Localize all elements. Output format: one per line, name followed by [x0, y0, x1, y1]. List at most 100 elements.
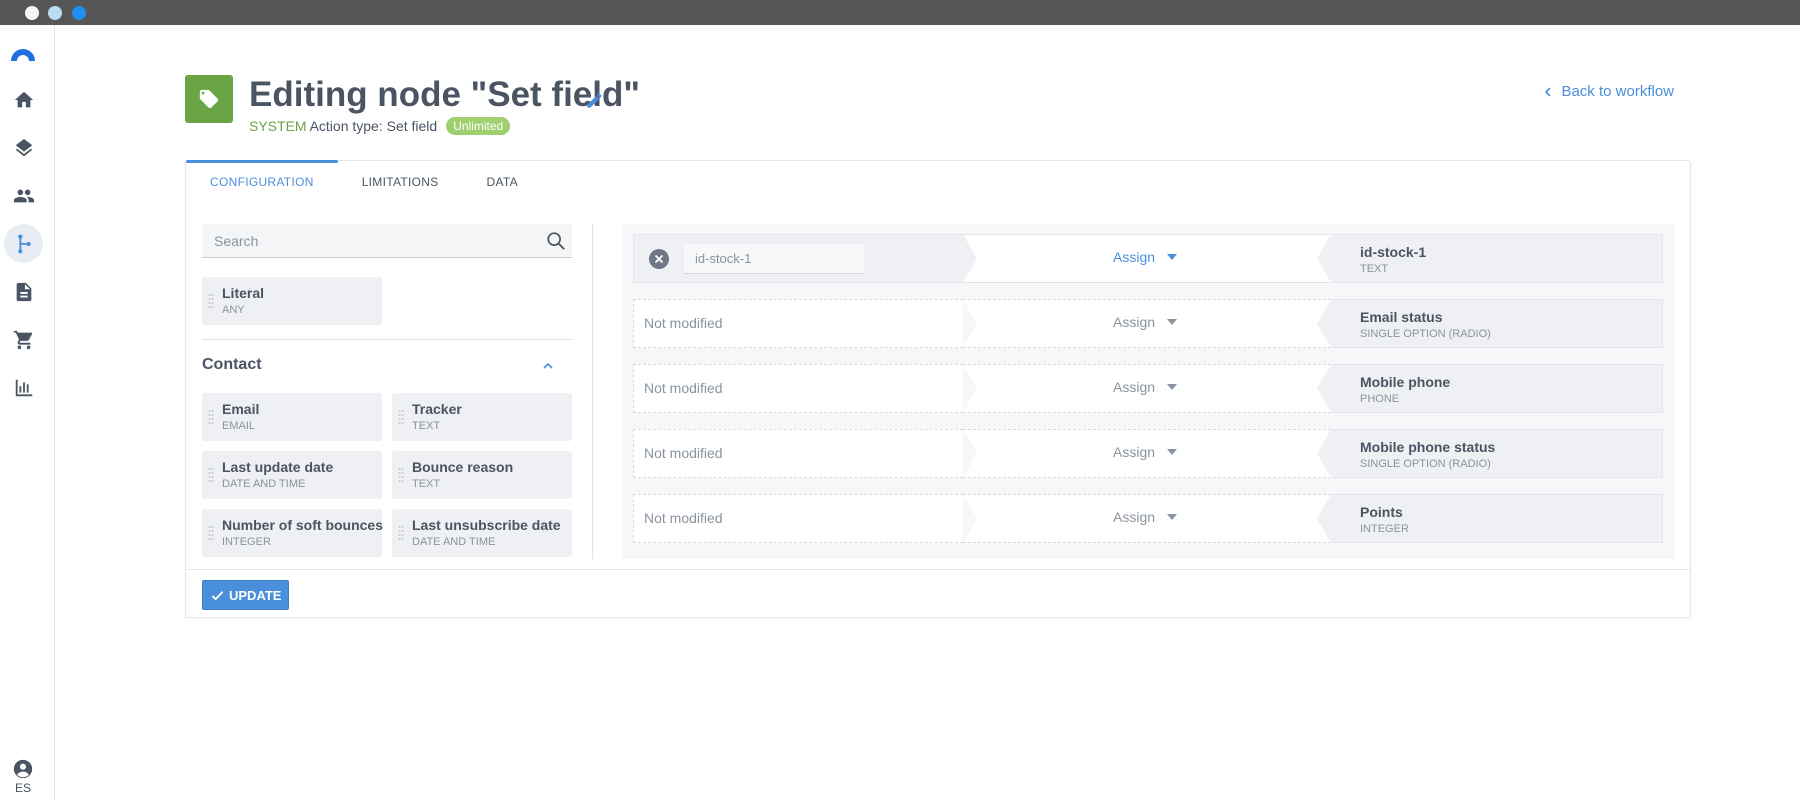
mapping-row: Not modified Assign Email status SINGLE … — [633, 299, 1663, 348]
user-menu[interactable]: ES — [10, 758, 36, 795]
field-chip[interactable]: Last update date DATE AND TIME — [202, 451, 382, 499]
source-placeholder: Not modified — [644, 510, 723, 526]
field-chip[interactable]: Last unsubscribe date DATE AND TIME — [392, 509, 572, 557]
operation-label: Assign — [1113, 444, 1156, 460]
window-minimize-button[interactable] — [48, 6, 62, 20]
search-icon[interactable] — [545, 230, 567, 252]
sidebar-item-layers[interactable] — [4, 128, 43, 167]
sidebar-item-home[interactable] — [4, 80, 43, 119]
mapping-target: id-stock-1 TEXT — [1333, 234, 1663, 283]
target-field-name: id-stock-1 — [1360, 244, 1427, 260]
tab-bar: CONFIGURATION LIMITATIONS DATA — [186, 160, 542, 207]
mapping-source-drop[interactable] — [633, 234, 963, 283]
workflow-icon — [17, 234, 31, 253]
mapping-target: Email status SINGLE OPTION (RADIO) — [1333, 299, 1663, 348]
layers-icon — [15, 138, 32, 156]
caret-down-icon — [1167, 384, 1178, 390]
target-field-type: SINGLE OPTION (RADIO) — [1360, 458, 1491, 470]
chip-type: TEXT — [412, 478, 441, 490]
chip-type: INTEGER — [222, 536, 271, 548]
caret-down-icon — [1167, 254, 1178, 260]
target-field-type: TEXT — [1360, 263, 1389, 275]
field-chip[interactable]: Email EMAIL — [202, 393, 382, 441]
field-chip[interactable]: Tracker TEXT — [392, 393, 572, 441]
tab-data[interactable]: DATA — [463, 161, 542, 207]
check-icon — [211, 590, 224, 601]
sidebar: ES — [0, 25, 55, 800]
node-subtitle: SYSTEM Action type: Set field Unlimited — [249, 117, 511, 135]
operation-label: Assign — [1113, 509, 1156, 525]
target-field-name: Mobile phone status — [1360, 439, 1496, 455]
edit-title-icon[interactable] — [585, 91, 604, 110]
back-to-workflow-link[interactable]: Back to workflow — [1543, 83, 1674, 100]
chip-name: Number of soft bounces — [222, 517, 384, 533]
tab-configuration[interactable]: CONFIGURATION — [186, 160, 338, 207]
palette-divider — [202, 339, 572, 340]
field-chip-literal[interactable]: Literal ANY — [202, 277, 382, 325]
target-field-type: INTEGER — [1360, 523, 1409, 535]
operation-dropdown[interactable]: Assign — [1113, 249, 1178, 265]
window-titlebar — [0, 0, 1800, 25]
operation-dropdown[interactable]: Assign — [1113, 379, 1178, 395]
drag-handle-icon — [398, 526, 404, 540]
mapping-source-drop[interactable]: Not modified — [633, 299, 963, 348]
chip-type: DATE AND TIME — [412, 536, 496, 548]
sidebar-item-documents[interactable] — [4, 272, 43, 311]
operation-dropdown[interactable]: Assign — [1113, 444, 1178, 460]
window-maximize-button[interactable] — [72, 6, 86, 20]
literal-value-input[interactable] — [684, 244, 864, 274]
chip-name: Last unsubscribe date — [412, 517, 561, 533]
mapping-source-drop[interactable]: Not modified — [633, 494, 963, 543]
field-chip[interactable]: Bounce reason TEXT — [392, 451, 572, 499]
target-field-type: SINGLE OPTION (RADIO) — [1360, 328, 1491, 340]
chip-name: Bounce reason — [412, 459, 514, 475]
operation-label: Assign — [1113, 314, 1156, 330]
account-icon — [13, 759, 33, 779]
target-field-type: PHONE — [1360, 393, 1400, 405]
language-code: ES — [14, 781, 31, 795]
mapping-row: Assign id-stock-1 TEXT — [633, 234, 1663, 283]
limit-badge: Unlimited — [446, 117, 511, 135]
mapping-target: Points INTEGER — [1333, 494, 1663, 543]
update-button[interactable]: UPDATE — [202, 580, 290, 610]
sidebar-item-shop[interactable] — [4, 320, 43, 359]
operation-dropdown[interactable]: Assign — [1113, 314, 1178, 330]
caret-down-icon — [1167, 449, 1178, 455]
target-field-name: Points — [1360, 504, 1403, 520]
clear-icon[interactable] — [649, 249, 669, 269]
operation-label: Assign — [1113, 379, 1156, 395]
drag-handle-icon — [208, 526, 214, 540]
panel-divider — [592, 224, 593, 559]
target-field-name: Email status — [1360, 309, 1443, 325]
back-link-label: Back to workflow — [1561, 83, 1674, 100]
operation-dropdown[interactable]: Assign — [1113, 509, 1178, 525]
mapping-target: Mobile phone PHONE — [1333, 364, 1663, 413]
search-input[interactable] — [202, 224, 572, 257]
sidebar-item-reports[interactable] — [4, 368, 43, 407]
tab-limitations[interactable]: LIMITATIONS — [338, 161, 463, 207]
mapping-source-drop[interactable]: Not modified — [633, 364, 963, 413]
mapping-operation: Assign — [963, 429, 1333, 478]
section-title-contact: Contact — [202, 356, 262, 373]
reports-icon — [15, 379, 32, 396]
chip-name: Last update date — [222, 459, 334, 475]
field-chip[interactable]: Number of soft bounces INTEGER — [202, 509, 384, 557]
sidebar-item-contacts[interactable] — [4, 176, 43, 215]
sidebar-item-workflows[interactable] — [4, 224, 43, 263]
chevron-up-icon[interactable] — [541, 359, 555, 373]
contacts-icon — [13, 189, 34, 202]
tag-icon — [199, 89, 219, 109]
chip-name: Tracker — [412, 401, 462, 417]
mapping-source-drop[interactable]: Not modified — [633, 429, 963, 478]
window-close-button[interactable] — [25, 6, 39, 20]
chip-name: Email — [222, 401, 260, 417]
mapping-target: Mobile phone status SINGLE OPTION (RADIO… — [1333, 429, 1663, 478]
brand-logo[interactable] — [8, 45, 38, 61]
caret-down-icon — [1167, 319, 1178, 325]
document-icon — [16, 282, 31, 301]
system-label: SYSTEM — [249, 118, 307, 134]
drag-handle-icon — [208, 468, 214, 482]
mapping-operation: Assign — [963, 234, 1333, 283]
update-button-label: UPDATE — [229, 587, 282, 603]
caret-down-icon — [1167, 514, 1178, 520]
